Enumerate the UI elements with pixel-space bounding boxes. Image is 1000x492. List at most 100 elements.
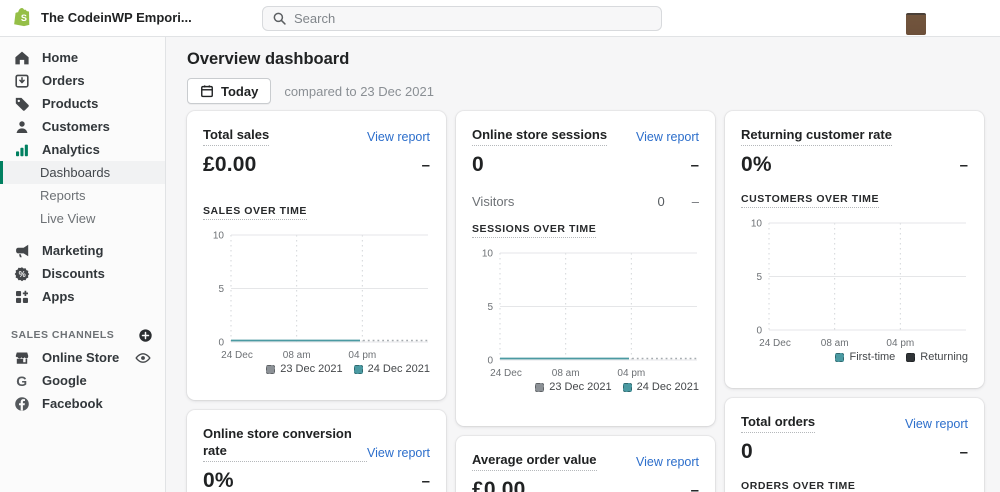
sidebar-nav: Home Orders Products Customers Analytics… [0,37,166,492]
card-title: Total sales [203,126,270,146]
svg-text:10: 10 [751,219,763,230]
svg-text:5: 5 [218,284,224,295]
card-title: Returning customer rate [741,126,892,146]
chart-section-label: SALES OVER TIME [203,205,307,220]
apps-icon [14,289,30,305]
sidebar-item-analytics[interactable]: Analytics [0,138,165,161]
main-content: Overview dashboard Today compared to 23 … [167,37,1000,492]
sidebar-item-marketing[interactable]: Marketing [0,239,165,262]
page-title: Overview dashboard [187,50,350,68]
orders-icon [14,73,30,89]
legend-item: 23 Dec 2021 [535,381,612,393]
sidebar-item-home[interactable]: Home [0,46,165,69]
sales-channels-header: SALES CHANNELS [0,324,165,346]
legend-item: First-time [835,351,895,363]
eye-icon[interactable] [135,350,151,366]
plus-circle-icon[interactable] [138,328,153,343]
search-bar[interactable] [262,6,662,31]
search-icon [272,11,287,26]
sidebar-item-facebook[interactable]: Facebook [0,392,165,415]
sidebar-item-products[interactable]: Products [0,92,165,115]
sidebar-item-discounts[interactable]: % Discounts [0,262,165,285]
card-title: Total orders [741,413,816,433]
svg-text:04 pm: 04 pm [348,350,376,360]
visitors-value: 0 [657,194,665,209]
metric-value: £0.00 [203,153,257,176]
chart-section-label: ORDERS OVER TIME [741,480,855,492]
legend-item: 24 Dec 2021 [622,381,699,393]
topbar: S The CodeinWP Empori... [0,0,1000,37]
legend-swatch [835,352,845,362]
view-report-link[interactable]: View report [636,455,699,471]
svg-text:10: 10 [213,231,225,242]
svg-text:08 am: 08 am [283,350,311,360]
svg-text:G: G [16,373,27,389]
compare-text: compared to 23 Dec 2021 [284,83,434,99]
shopify-logo-icon[interactable]: S [13,7,36,30]
metric-value: 0 [472,153,484,176]
user-avatar[interactable] [906,13,926,35]
view-report-link[interactable]: View report [367,446,430,462]
card-total-orders: Total orders View report 0 – ORDERS OVER… [725,398,984,492]
legend-swatch [266,364,276,374]
legend-swatch [622,382,632,392]
sidebar-item-orders[interactable]: Orders [0,69,165,92]
view-report-link[interactable]: View report [905,417,968,433]
view-report-link[interactable]: View report [367,130,430,146]
chart-legend: 23 Dec 2021 24 Dec 2021 [472,381,699,393]
svg-text:04 pm: 04 pm [886,338,914,348]
metric-delta: – [690,156,699,174]
svg-text:5: 5 [756,272,762,283]
sidebar-item-dashboards[interactable]: Dashboards [0,161,165,184]
storefront-icon [14,350,30,366]
search-input[interactable] [294,11,652,26]
customers-over-time-chart: 24 Dec 08 am 04 pm 0 5 10 [741,216,968,349]
analytics-icon [14,142,30,158]
discounts-icon: % [14,266,30,282]
metric-value: £0.00 [472,478,526,492]
sidebar-item-online-store[interactable]: Online Store [0,346,165,369]
card-title: Online store sessions [472,126,608,146]
sidebar-item-google[interactable]: G Google [0,369,165,392]
legend-item: Returning [906,351,968,363]
metric-delta: – [959,156,968,174]
card-total-sales: Total sales View report £0.00 – SALES OV… [187,111,446,400]
store-name[interactable]: The CodeinWP Empori... [41,10,192,25]
card-online-store-sessions: Online store sessions View report 0 – Vi… [456,111,715,426]
marketing-icon [14,243,30,259]
visitors-label: Visitors [472,194,515,209]
card-title: Average order value [472,451,597,471]
customers-icon [14,119,30,135]
svg-text:S: S [21,13,27,23]
sales-over-time-chart: 24 Dec 08 am 04 pm 0 5 10 [203,228,430,361]
metric-value: 0% [203,469,234,492]
calendar-icon [200,84,214,98]
sidebar-item-customers[interactable]: Customers [0,115,165,138]
dashboard-grid: Total sales View report £0.00 – SALES OV… [187,111,984,492]
card-title: Online store conversion rate [203,425,367,462]
chart-legend: 23 Dec 2021 24 Dec 2021 [203,363,430,375]
svg-text:08 am: 08 am [821,338,849,348]
svg-text:24 Dec: 24 Dec [490,368,522,378]
metric-delta: – [690,481,699,492]
sidebar-item-reports[interactable]: Reports [0,184,165,207]
svg-text:04 pm: 04 pm [617,368,645,378]
metric-value: 0% [741,153,772,176]
svg-text:0: 0 [218,338,224,349]
sessions-over-time-chart: 24 Dec 08 am 04 pm 0 5 10 [472,246,699,379]
products-icon [14,96,30,112]
view-report-link[interactable]: View report [636,130,699,146]
metric-value: 0 [741,440,753,463]
sidebar-item-live-view[interactable]: Live View [0,207,165,230]
visitors-delta: – [691,194,699,209]
svg-text:24 Dec: 24 Dec [759,338,791,348]
metric-delta: – [421,156,430,174]
legend-swatch [906,352,916,362]
sidebar-item-apps[interactable]: Apps [0,285,165,308]
metric-delta: – [421,472,430,490]
svg-text:0: 0 [487,356,493,367]
date-range-button[interactable]: Today [187,78,272,104]
chart-section-label: SESSIONS OVER TIME [472,223,597,238]
legend-swatch [353,364,363,374]
chart-legend: First-time Returning [741,351,968,363]
